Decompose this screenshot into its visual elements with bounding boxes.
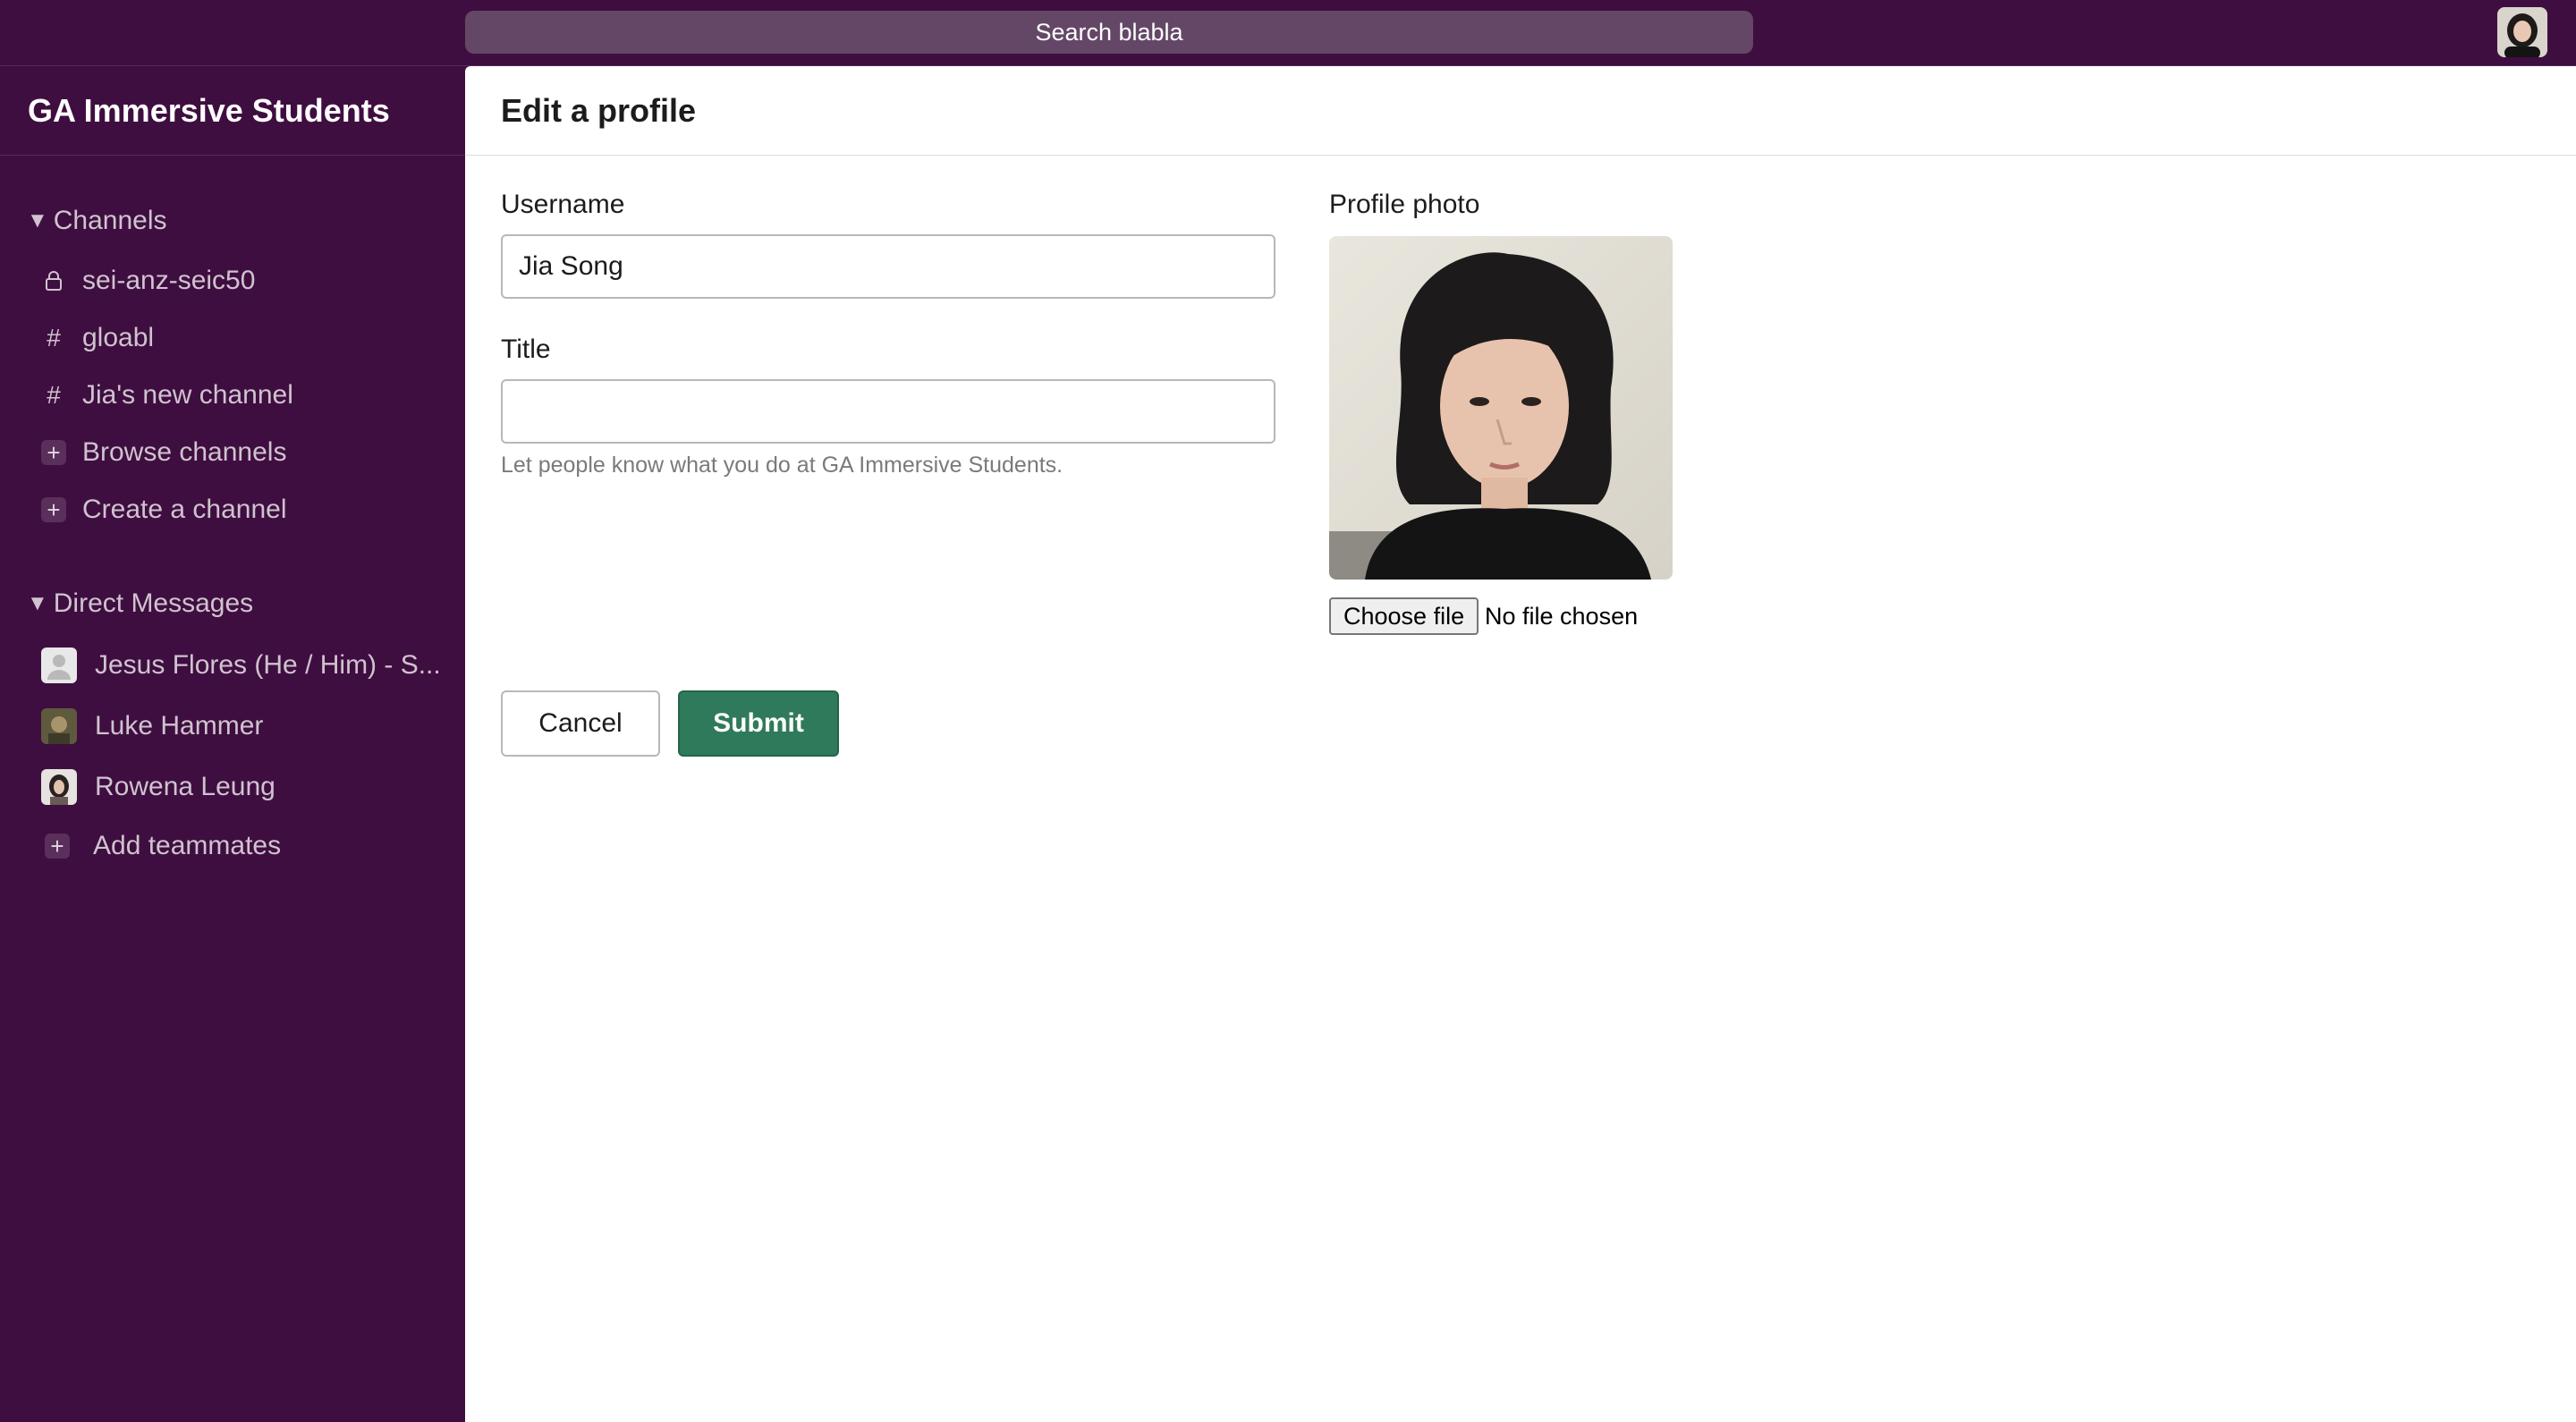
default-avatar-icon bbox=[41, 648, 77, 683]
page-title: Edit a profile bbox=[501, 91, 697, 129]
add-teammates-label: Add teammates bbox=[93, 831, 282, 860]
plus-icon: + bbox=[41, 496, 66, 523]
lock-icon bbox=[41, 268, 66, 293]
choose-file-button[interactable]: Choose file bbox=[1329, 597, 1479, 635]
profile-photo bbox=[1329, 236, 1673, 580]
channel-label: gloabl bbox=[82, 323, 155, 352]
create-channel-button[interactable]: + Create a channel bbox=[41, 490, 287, 529]
username-label: Username bbox=[501, 190, 625, 219]
title-input[interactable] bbox=[501, 379, 1275, 444]
caret-down-icon: ▼ bbox=[27, 591, 48, 615]
workspace-name-label: GA Immersive Students bbox=[28, 91, 390, 129]
title-hint: Let people know what you do at GA Immers… bbox=[501, 453, 1063, 478]
hash-icon: # bbox=[47, 324, 61, 351]
file-status: No file chosen bbox=[1485, 603, 1639, 630]
dm-item-rowena-leung[interactable]: Rowena Leung bbox=[41, 767, 275, 807]
submit-button[interactable]: Submit bbox=[678, 690, 839, 757]
dm-label: Luke Hammer bbox=[95, 711, 264, 741]
top-bar: Search blabla bbox=[0, 0, 2576, 66]
avatar bbox=[41, 769, 77, 805]
profile-photo-label: Profile photo bbox=[1329, 190, 1480, 219]
sidebar-item-sei-anz-seic50[interactable]: sei-anz-seic50 bbox=[41, 261, 255, 300]
dm-item-jesus-flores[interactable]: Jesus Flores (He / Him) - S... bbox=[41, 646, 441, 685]
workspace-name[interactable]: GA Immersive Students bbox=[0, 66, 465, 156]
browse-channels-label: Browse channels bbox=[82, 437, 287, 467]
search-bar[interactable]: Search blabla bbox=[465, 11, 1753, 54]
page-header: Edit a profile bbox=[465, 66, 2576, 156]
channel-label: sei-anz-seic50 bbox=[82, 266, 256, 295]
profile-photo-image bbox=[1329, 236, 1673, 580]
add-teammates-button[interactable]: + Add teammates bbox=[41, 826, 281, 866]
hash-icon: # bbox=[47, 381, 61, 409]
main-panel: Edit a profile Username Title Let people… bbox=[465, 66, 2576, 1422]
username-input[interactable] bbox=[501, 234, 1275, 299]
avatar-photo-icon bbox=[2497, 7, 2547, 57]
dm-item-luke-hammer[interactable]: Luke Hammer bbox=[41, 707, 263, 746]
caret-down-icon: ▼ bbox=[27, 208, 48, 233]
channels-heading: Channels bbox=[53, 206, 167, 235]
sidebar-item-gloabl[interactable]: # gloabl bbox=[41, 318, 154, 358]
channels-section-toggle[interactable]: ▼ Channels bbox=[27, 206, 167, 236]
search-bar-label: Search blabla bbox=[1035, 18, 1183, 46]
avatar bbox=[41, 708, 77, 744]
title-label: Title bbox=[501, 334, 551, 364]
dm-label: Rowena Leung bbox=[95, 772, 275, 801]
sidebar: GA Immersive Students ▼ Channels sei-anz… bbox=[0, 66, 465, 1422]
direct-messages-section-toggle[interactable]: ▼ Direct Messages bbox=[27, 588, 253, 619]
browse-channels-button[interactable]: + Browse channels bbox=[41, 433, 286, 472]
dm-label: Jesus Flores (He / Him) - S... bbox=[95, 650, 441, 680]
cancel-button[interactable]: Cancel bbox=[501, 690, 660, 757]
channel-label: Jia's new channel bbox=[82, 380, 293, 410]
direct-messages-heading: Direct Messages bbox=[53, 588, 254, 618]
create-channel-label: Create a channel bbox=[82, 495, 287, 524]
user-avatar-button[interactable] bbox=[2497, 7, 2547, 57]
plus-icon: + bbox=[45, 833, 70, 859]
sidebar-item-jias-new-channel[interactable]: # Jia's new channel bbox=[41, 376, 293, 415]
plus-icon: + bbox=[41, 439, 66, 466]
